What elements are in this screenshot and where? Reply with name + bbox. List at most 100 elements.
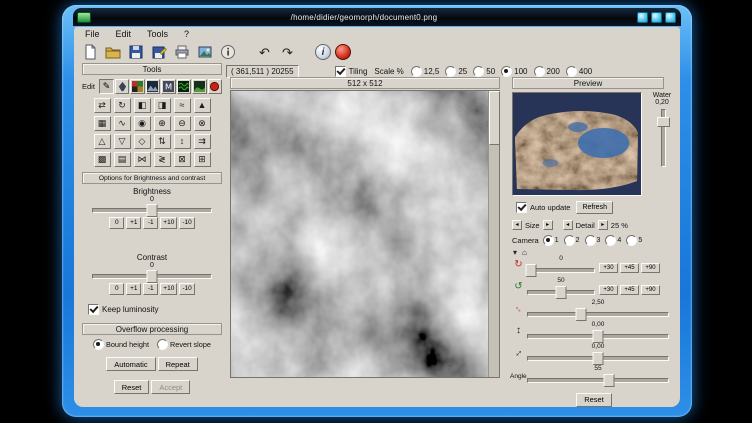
camera-option[interactable]: 4 bbox=[605, 235, 621, 246]
overflow-option[interactable]: Bound height bbox=[93, 339, 149, 350]
slider-handle[interactable] bbox=[593, 352, 604, 365]
overflow-radio[interactable] bbox=[157, 339, 168, 350]
fractal-generator-button[interactable]: M bbox=[161, 79, 175, 94]
keep-luminosity-checkbox-box[interactable] bbox=[88, 304, 99, 315]
slider-handle[interactable] bbox=[147, 204, 158, 217]
slider-handle[interactable] bbox=[593, 330, 604, 343]
flip-tool[interactable]: ⇅ bbox=[154, 134, 171, 149]
menu-item[interactable]: ? bbox=[177, 28, 196, 41]
brightness-step-button[interactable]: -1 bbox=[143, 217, 158, 229]
camera-radio[interactable] bbox=[564, 235, 575, 246]
document-info-button[interactable] bbox=[218, 43, 237, 62]
keep-luminosity-checkbox[interactable]: Keep luminosity bbox=[88, 304, 222, 315]
zoom-slider[interactable] bbox=[527, 307, 669, 318]
brightness-step-button[interactable]: +10 bbox=[160, 217, 177, 229]
scale-radio[interactable] bbox=[566, 66, 577, 77]
lines-tool[interactable]: ▤ bbox=[114, 152, 131, 167]
tiling-checkbox-box[interactable] bbox=[335, 66, 346, 77]
crop-tool[interactable]: ⊠ bbox=[174, 152, 191, 167]
save-button[interactable] bbox=[126, 43, 145, 62]
canvas-vertical-scrollbar[interactable] bbox=[488, 91, 499, 377]
mosaic-generator-button[interactable] bbox=[130, 79, 144, 94]
translate-vertical-slider[interactable] bbox=[527, 329, 669, 340]
swap-tool[interactable]: ⇄ bbox=[94, 98, 111, 113]
maximize-button[interactable] bbox=[651, 12, 662, 23]
angle-slider[interactable] bbox=[527, 373, 669, 384]
contrast-step-button[interactable]: 0 bbox=[109, 283, 124, 295]
stretch-tool[interactable]: ↕ bbox=[174, 134, 191, 149]
camera-option[interactable]: 1 bbox=[543, 235, 559, 246]
shift-tool[interactable]: ⇉ bbox=[194, 134, 211, 149]
scale-option[interactable]: 200 bbox=[534, 66, 560, 77]
mountains-generator-button[interactable] bbox=[146, 79, 160, 94]
scale-option[interactable]: 12,5 bbox=[411, 66, 440, 77]
preview-reset-button[interactable]: Reset bbox=[576, 393, 612, 407]
info-circle-button[interactable]: i bbox=[315, 44, 331, 60]
scale-radio[interactable] bbox=[501, 66, 512, 77]
water-slider[interactable] bbox=[656, 109, 669, 167]
save-as-button[interactable] bbox=[149, 43, 168, 62]
scale-option[interactable]: 50 bbox=[473, 66, 495, 77]
rotate-x-plus30-button[interactable]: +30 bbox=[599, 263, 618, 273]
camera-radio[interactable] bbox=[585, 235, 596, 246]
mirror-h-tool[interactable]: ◧ bbox=[134, 98, 151, 113]
scale-radio[interactable] bbox=[445, 66, 456, 77]
menu-item[interactable]: Tools bbox=[140, 28, 175, 41]
terrain-generator-button[interactable] bbox=[192, 79, 206, 94]
scale-option[interactable]: 100 bbox=[501, 66, 527, 77]
reset-button[interactable]: Reset bbox=[114, 380, 150, 394]
brightness-step-button[interactable]: 0 bbox=[109, 217, 124, 229]
camera-option[interactable]: 3 bbox=[585, 235, 601, 246]
lower-tool[interactable]: ▽ bbox=[114, 134, 131, 149]
mirror-v-tool[interactable]: ◨ bbox=[154, 98, 171, 113]
undo-button[interactable]: ↶ bbox=[255, 43, 274, 62]
new-document-button[interactable] bbox=[80, 43, 99, 62]
crater-tool[interactable]: ◉ bbox=[134, 116, 151, 131]
rotate-x-slider[interactable] bbox=[527, 263, 595, 274]
detail-increase-button[interactable]: ▸ bbox=[598, 220, 608, 230]
auto-update-checkbox[interactable]: Auto update bbox=[516, 202, 570, 213]
canvas-area[interactable] bbox=[230, 90, 500, 378]
print-button[interactable] bbox=[172, 43, 191, 62]
rotate-z-slider[interactable] bbox=[527, 285, 595, 296]
size-increase-button[interactable]: ▸ bbox=[543, 220, 553, 230]
scrollbar-thumb[interactable] bbox=[489, 91, 500, 145]
rotate-z-plus90-button[interactable]: +90 bbox=[641, 285, 660, 295]
size-decrease-button[interactable]: ◂ bbox=[512, 220, 522, 230]
waves-generator-button[interactable] bbox=[177, 79, 191, 94]
terrain-preview[interactable] bbox=[512, 92, 642, 196]
brightness-step-button[interactable]: +1 bbox=[126, 217, 141, 229]
tiling-checkbox[interactable]: Tiling bbox=[335, 66, 368, 77]
menu-item[interactable]: File bbox=[78, 28, 107, 41]
redo-button[interactable]: ↷ bbox=[278, 43, 297, 62]
slider-handle[interactable] bbox=[657, 117, 670, 127]
overflow-radio[interactable] bbox=[93, 339, 104, 350]
repeat-button[interactable]: Repeat bbox=[158, 357, 198, 371]
record-circle-button[interactable] bbox=[335, 44, 351, 60]
rotate-tool[interactable]: ↻ bbox=[114, 98, 131, 113]
scale-radio[interactable] bbox=[411, 66, 422, 77]
contrast-step-button[interactable]: -10 bbox=[179, 283, 194, 295]
add-tool[interactable]: ⊕ bbox=[154, 116, 171, 131]
slider-handle[interactable] bbox=[147, 270, 158, 283]
smooth-tool[interactable]: ≈ bbox=[174, 98, 191, 113]
diamond-tool[interactable]: ◇ bbox=[134, 134, 151, 149]
contrast-step-button[interactable]: +1 bbox=[126, 283, 141, 295]
minimize-button[interactable] bbox=[637, 12, 648, 23]
pencil-tool-button[interactable]: ✎ bbox=[99, 79, 113, 94]
multiply-tool[interactable]: ⊗ bbox=[194, 116, 211, 131]
scale-option[interactable]: 400 bbox=[566, 66, 592, 77]
overflow-option[interactable]: Revert slope bbox=[157, 339, 211, 350]
refresh-button[interactable]: Refresh bbox=[576, 201, 613, 214]
grid-tool[interactable]: ▦ bbox=[94, 116, 111, 131]
open-button[interactable] bbox=[103, 43, 122, 62]
scale-radio[interactable] bbox=[534, 66, 545, 77]
scale-option[interactable]: 25 bbox=[445, 66, 467, 77]
options-tool[interactable]: ⊞ bbox=[194, 152, 211, 167]
rotate-x-plus45-button[interactable]: +45 bbox=[620, 263, 639, 273]
scale-radio[interactable] bbox=[473, 66, 484, 77]
camera-option[interactable]: 5 bbox=[626, 235, 642, 246]
export-image-button[interactable] bbox=[195, 43, 214, 62]
merge-tool[interactable]: ⋈ bbox=[134, 152, 151, 167]
raise-tool[interactable]: △ bbox=[94, 134, 111, 149]
